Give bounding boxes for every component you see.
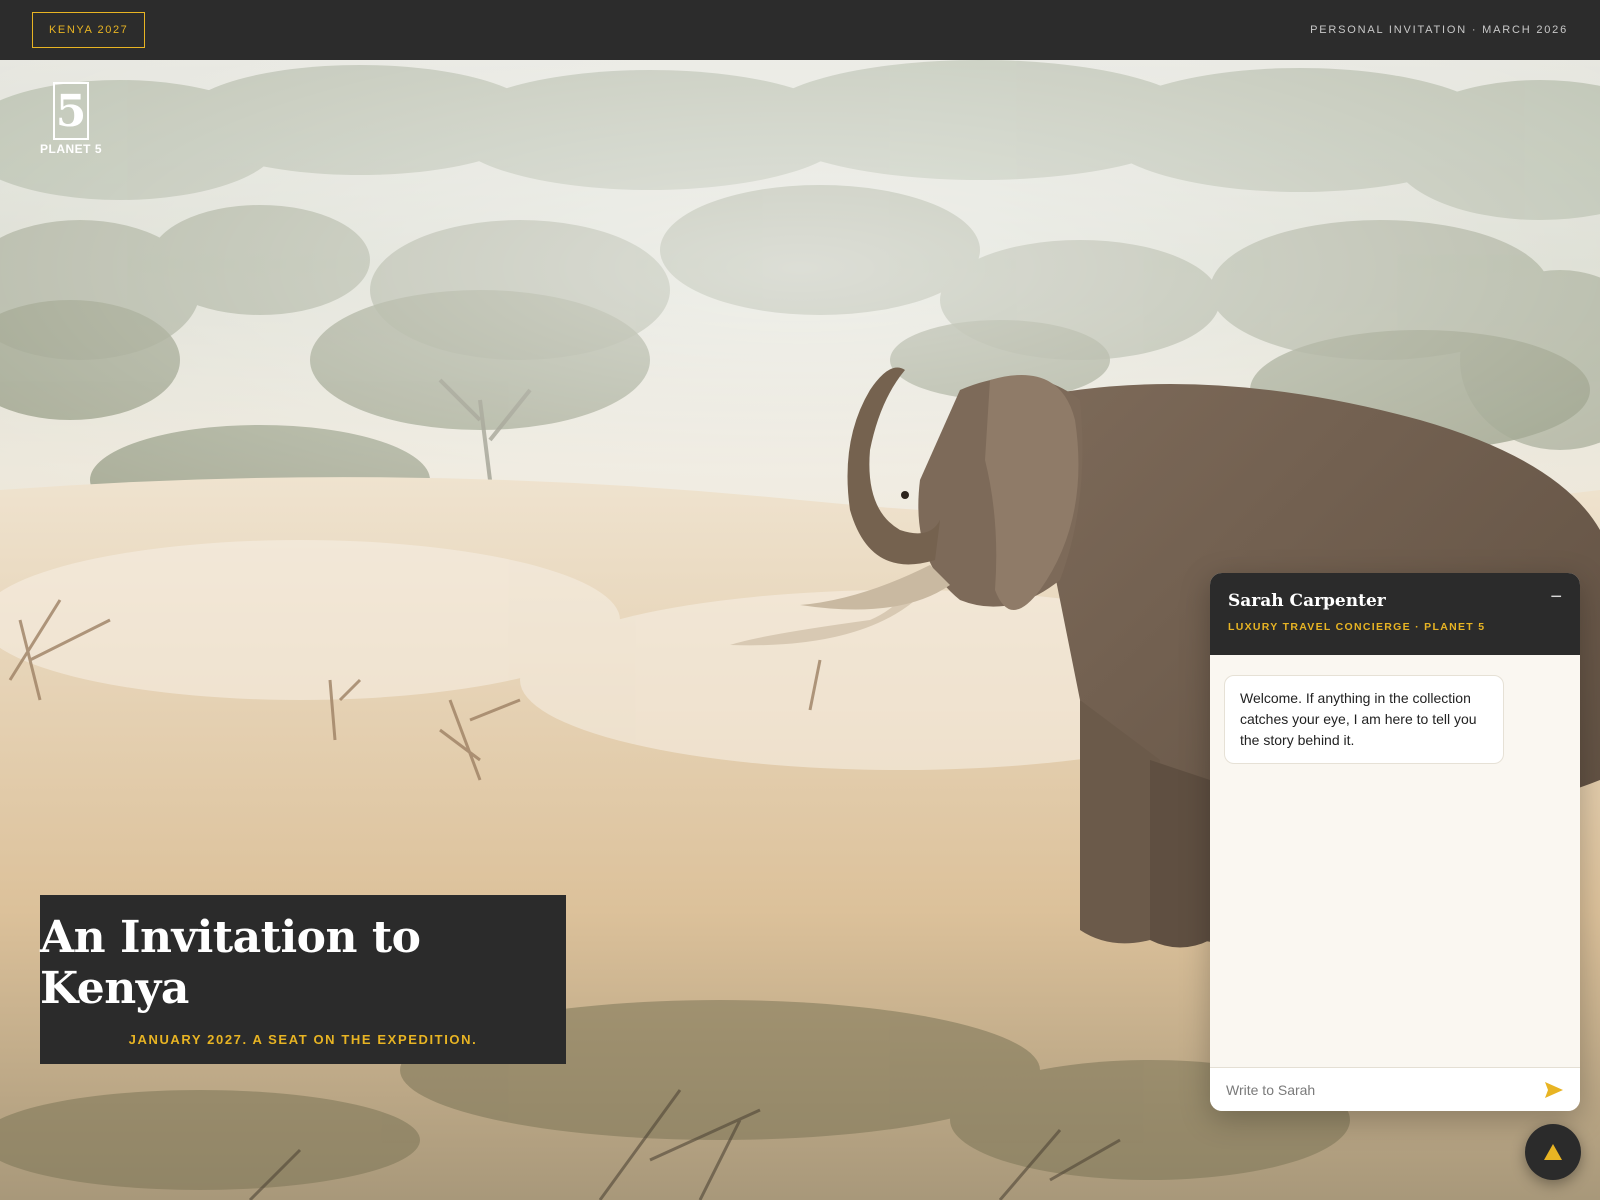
invitation-subtitle: JANUARY 2027. A SEAT ON THE EXPEDITION. bbox=[128, 1032, 478, 1047]
chat-composer bbox=[1210, 1067, 1580, 1111]
destination-badge[interactable]: KENYA 2027 bbox=[32, 12, 146, 48]
planet5-logo[interactable]: 5 PLANET 5 bbox=[38, 82, 104, 156]
minimize-chat-button[interactable]: − bbox=[1550, 587, 1562, 607]
invitation-note: PERSONAL INVITATION · MARCH 2026 bbox=[1310, 24, 1568, 36]
chat-message: Welcome. If anything in the collection c… bbox=[1224, 675, 1504, 764]
chat-messages: Welcome. If anything in the collection c… bbox=[1210, 655, 1580, 1067]
logo-glyph: 5 bbox=[55, 86, 87, 137]
chat-toggle-button[interactable] bbox=[1525, 1124, 1581, 1180]
logo-text: PLANET 5 bbox=[39, 142, 102, 156]
page-title: An Invitation to Kenya bbox=[40, 912, 421, 1014]
up-triangle-icon bbox=[1544, 1144, 1562, 1160]
concierge-role: LUXURY TRAVEL CONCIERGE · PLANET 5 bbox=[1228, 621, 1486, 633]
chat-header: Sarah Carpenter LUXURY TRAVEL CONCIERGE … bbox=[1210, 573, 1580, 655]
logo-mark-icon: 5 bbox=[53, 82, 89, 140]
top-bar: KENYA 2027 PERSONAL INVITATION · MARCH 2… bbox=[0, 0, 1600, 60]
concierge-chat-widget: Sarah Carpenter LUXURY TRAVEL CONCIERGE … bbox=[1210, 573, 1580, 1111]
send-icon[interactable] bbox=[1542, 1078, 1566, 1102]
concierge-name: Sarah Carpenter bbox=[1228, 591, 1386, 611]
chat-message-input[interactable] bbox=[1226, 1081, 1542, 1098]
invitation-card: An Invitation to Kenya JANUARY 2027. A S… bbox=[40, 895, 566, 1064]
